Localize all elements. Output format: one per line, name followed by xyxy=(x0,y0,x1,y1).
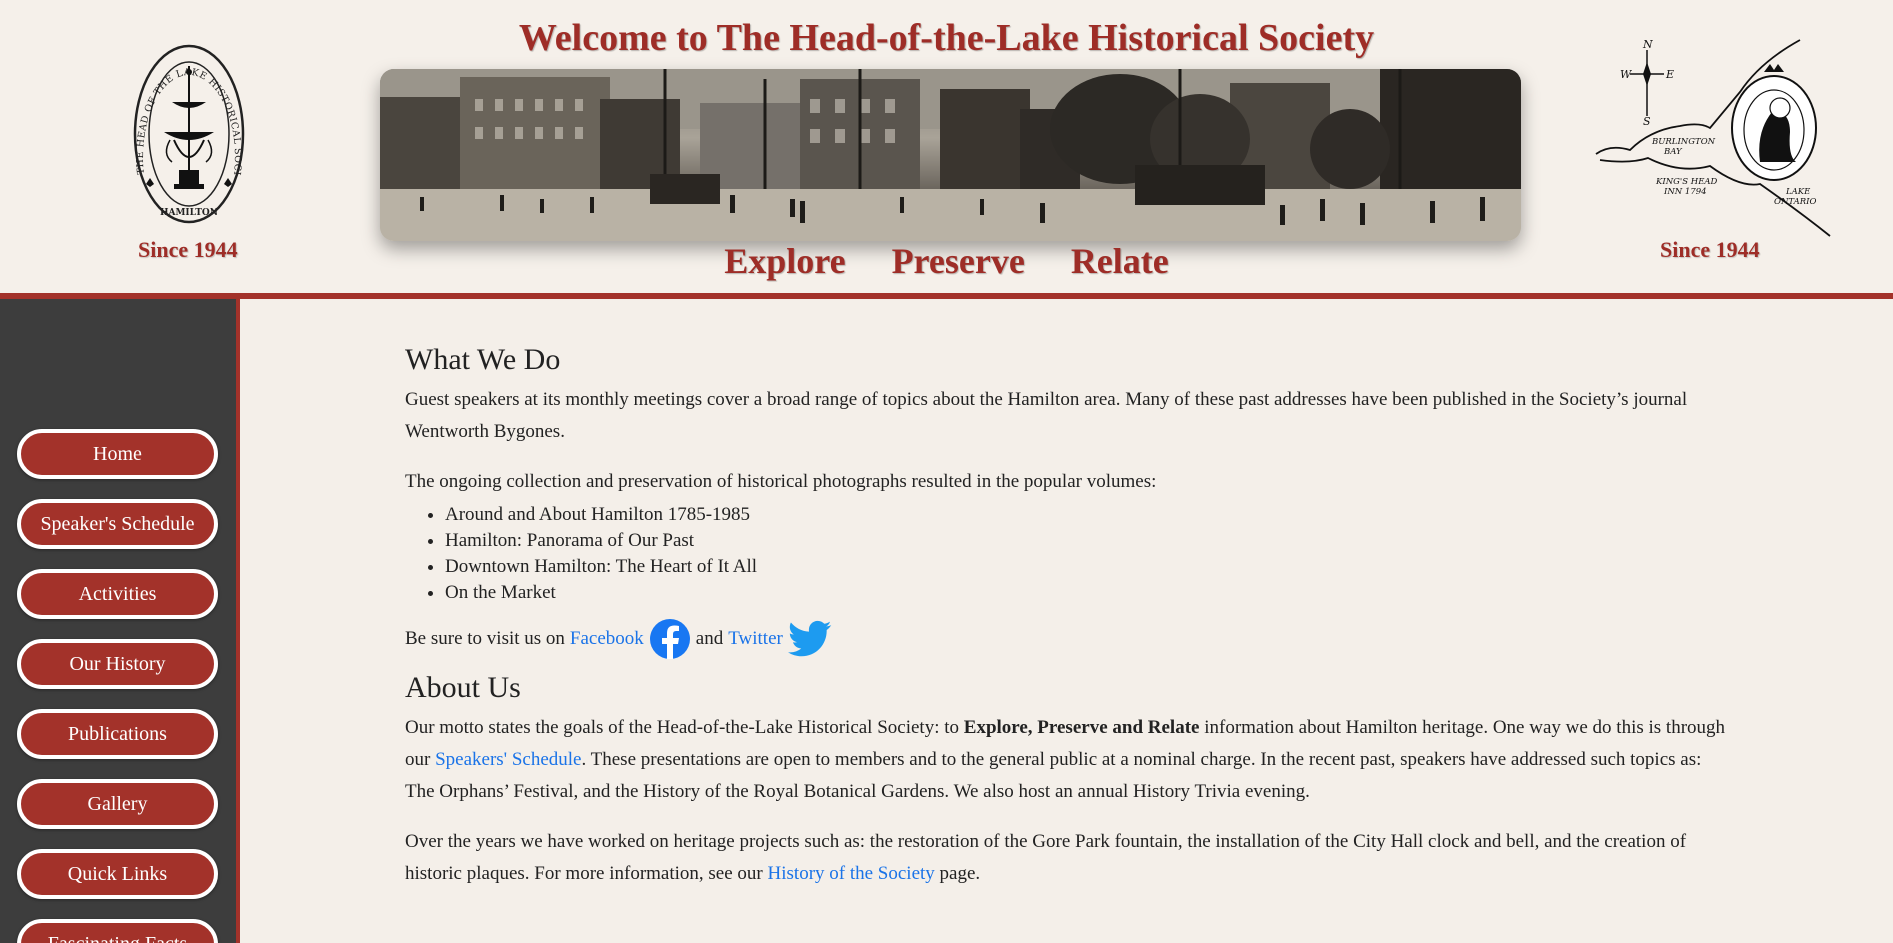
motto-relate: Relate xyxy=(1070,241,1169,281)
map-illustration: N S E W BURLINGTON BAY KING'S HEAD INN 1… xyxy=(1595,38,1831,237)
social-prefix: Be sure to visit us on xyxy=(405,628,565,649)
compass-w: W xyxy=(1620,68,1633,81)
sidebar-item-home[interactable]: Home xyxy=(17,429,218,479)
compass-s: S xyxy=(1643,115,1651,128)
society-seal-logo: THE HEAD OF THE LAKE HISTORICAL SOCIETY … xyxy=(132,44,245,224)
about-text: Our motto states the goals of the Head-o… xyxy=(405,717,964,738)
svg-text:HAMILTON: HAMILTON xyxy=(160,208,218,218)
motto-emphasis: Explore, Preserve and Relate xyxy=(963,717,1200,738)
sidebar-item-speakers-schedule[interactable]: Speaker's Schedule xyxy=(17,499,218,549)
volumes-list: Around and About Hamilton 1785-1985 Hami… xyxy=(445,502,1735,606)
map-bay: BAY xyxy=(1663,147,1683,157)
sidebar-item-gallery[interactable]: Gallery xyxy=(17,779,218,829)
panorama-photo xyxy=(380,69,1521,241)
compass-e: E xyxy=(1665,68,1674,81)
motto: Explore Preserve Relate xyxy=(0,240,1893,282)
sidebar-nav: Home Speaker's Schedule Activities Our H… xyxy=(0,299,240,943)
volumes-intro: The ongoing collection and preservation … xyxy=(405,471,1157,492)
history-of-society-link[interactable]: History of the Society xyxy=(768,863,935,884)
sidebar-item-quick-links[interactable]: Quick Links xyxy=(17,849,218,899)
twitter-icon[interactable] xyxy=(787,619,832,659)
map-lake: LAKE xyxy=(1785,187,1811,197)
map-burlington: BURLINGTON xyxy=(1651,137,1716,147)
sidebar-item-publications[interactable]: Publications xyxy=(17,709,218,759)
what-we-do-heading: What We Do xyxy=(405,343,561,376)
about-us-paragraph-1: Our motto states the goals of the Head-o… xyxy=(405,712,1735,808)
compass-n: N xyxy=(1642,38,1653,51)
list-item: On the Market xyxy=(445,580,1735,606)
about-us-heading: About Us xyxy=(405,671,521,704)
about-text: Over the years we have worked on heritag… xyxy=(405,831,1687,884)
map-inn: INN 1794 xyxy=(1663,187,1707,197)
what-we-do-paragraph: Guest speakers at its monthly meetings c… xyxy=(405,389,1688,442)
about-text: . These presentations are open to member… xyxy=(405,749,1702,802)
social-and: and xyxy=(695,628,724,649)
list-item: Hamilton: Panorama of Our Past xyxy=(445,528,1735,554)
motto-preserve: Preserve xyxy=(891,241,1025,281)
since-1944-right: Since 1944 xyxy=(1660,237,1760,262)
motto-explore: Explore xyxy=(724,241,846,281)
about-us-paragraph-2: Over the years we have worked on heritag… xyxy=(405,826,1735,890)
about-text: page. xyxy=(934,863,981,884)
social-links: Be sure to visit us on Facebook and Twit… xyxy=(405,618,1735,660)
sidebar-item-activities[interactable]: Activities xyxy=(17,569,218,619)
twitter-link[interactable]: Twitter xyxy=(728,623,783,655)
map-ontario: ONTARIO xyxy=(1774,197,1817,207)
list-item: Around and About Hamilton 1785-1985 xyxy=(445,502,1735,528)
speakers-schedule-link[interactable]: Speakers' Schedule xyxy=(435,749,581,770)
facebook-link[interactable]: Facebook xyxy=(570,623,644,655)
list-item: Downtown Hamilton: The Heart of It All xyxy=(445,554,1735,580)
map-kings-head: KING'S HEAD xyxy=(1655,177,1718,187)
sidebar-item-our-history[interactable]: Our History xyxy=(17,639,218,689)
facebook-icon[interactable] xyxy=(649,618,691,660)
header-divider xyxy=(0,293,1893,299)
main-content: What We Do Guest speakers at its monthly… xyxy=(405,336,1735,908)
sidebar-item-fascinating-facts[interactable]: Fascinating Facts xyxy=(17,919,218,943)
site-header: THE HEAD OF THE LAKE HISTORICAL SOCIETY … xyxy=(0,0,1893,299)
